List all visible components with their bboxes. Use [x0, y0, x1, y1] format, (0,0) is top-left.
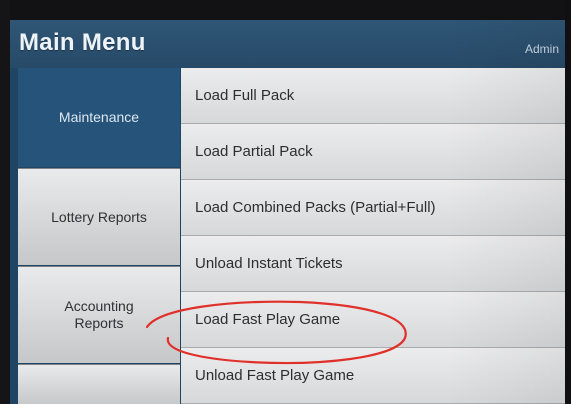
sidebar-tab-label: Lottery Reports	[51, 208, 147, 225]
menu-item-load-combined-packs[interactable]: Load Combined Packs (Partial+Full)	[181, 180, 565, 236]
menu-item-unload-fast-play-game[interactable]: Unload Fast Play Game	[181, 348, 565, 404]
terminal-screen: Main Menu Admin Maintenance Lottery Repo…	[10, 20, 565, 404]
header-bar: Main Menu Admin	[10, 20, 565, 68]
menu-item-label: Unload Instant Tickets	[195, 255, 343, 272]
sidebar-tab-label: Accounting Reports	[64, 298, 134, 331]
user-label: Admin	[524, 42, 559, 56]
sidebar: Maintenance Lottery Reports Accounting R…	[10, 68, 181, 404]
menu-item-label: Load Combined Packs (Partial+Full)	[195, 199, 436, 216]
menu-item-label: Load Fast Play Game	[195, 311, 341, 328]
menu-item-load-full-pack[interactable]: Load Full Pack	[181, 68, 565, 124]
menu-list: Load Full Pack Load Partial Pack Load Co…	[181, 68, 565, 404]
monitor-bezel-left	[0, 0, 10, 404]
sidebar-tab-maintenance[interactable]: Maintenance	[18, 68, 180, 167]
sidebar-tab-more[interactable]	[18, 364, 180, 404]
monitor-bezel-top	[0, 0, 571, 20]
menu-item-unload-instant-tickets[interactable]: Unload Instant Tickets	[181, 236, 565, 292]
page-title: Main Menu	[19, 29, 146, 56]
sidebar-tab-lottery-reports[interactable]: Lottery Reports	[18, 168, 180, 265]
monitor-bezel-right	[565, 0, 571, 404]
sidebar-tab-accounting-reports[interactable]: Accounting Reports	[18, 266, 180, 363]
menu-item-load-partial-pack[interactable]: Load Partial Pack	[181, 124, 565, 180]
menu-item-label: Load Partial Pack	[195, 143, 313, 160]
menu-item-load-fast-play-game[interactable]: Load Fast Play Game	[181, 292, 565, 348]
menu-item-label: Unload Fast Play Game	[195, 367, 355, 384]
menu-item-label: Load Full Pack	[195, 87, 295, 104]
sidebar-tab-label: Maintenance	[58, 109, 140, 125]
